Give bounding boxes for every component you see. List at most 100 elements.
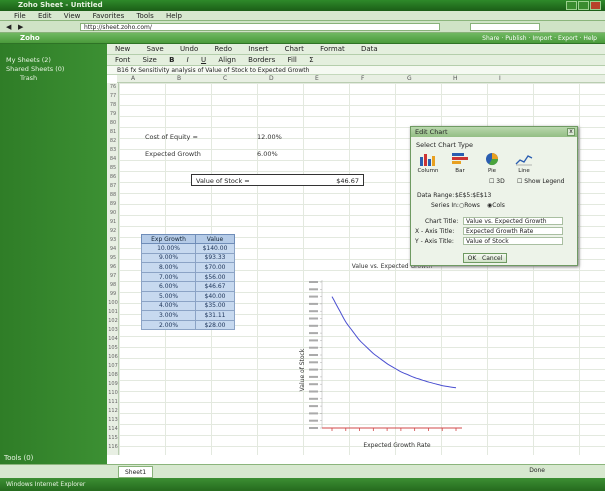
my-sheets-item[interactable]: My Sheets (2) <box>0 56 107 65</box>
table-cell[interactable]: $28.00 <box>195 319 235 331</box>
col-header[interactable]: F <box>361 75 364 83</box>
chart-button[interactable]: Chart <box>285 45 304 53</box>
col-header[interactable]: G <box>407 75 412 83</box>
menu-file[interactable]: File <box>14 12 26 20</box>
row-header[interactable]: 111 <box>108 399 118 405</box>
row-header[interactable]: 83 <box>108 147 118 153</box>
forward-icon[interactable]: ▶ <box>18 23 23 31</box>
row-header[interactable]: 88 <box>108 192 118 198</box>
maximize-button[interactable] <box>578 1 589 10</box>
format-button[interactable]: Format <box>320 45 345 53</box>
row-header[interactable]: 93 <box>108 237 118 243</box>
tools-item[interactable]: Tools (0) <box>4 454 33 462</box>
table-cell[interactable]: $46.67 <box>195 281 235 292</box>
row-header[interactable]: 80 <box>108 120 118 126</box>
table-cell[interactable]: $140.00 <box>195 243 235 254</box>
chart-type-bar[interactable]: Bar <box>449 152 471 174</box>
table-cell[interactable]: 8.00% <box>140 262 197 273</box>
x-axis-title-input[interactable]: Expected Growth Rate <box>463 227 563 235</box>
sum-button[interactable]: Σ <box>309 56 313 64</box>
align-button[interactable]: Align <box>218 56 236 64</box>
row-header[interactable]: 87 <box>108 183 118 189</box>
col-header[interactable]: A <box>131 75 135 83</box>
expected-growth-value[interactable]: 6.00% <box>257 150 278 158</box>
menu-tools[interactable]: Tools <box>136 12 153 20</box>
sensitivity-table[interactable]: Exp Growth Value 10.00% $140.00 9.00% $93.… <box>140 234 235 331</box>
undo-button[interactable]: Undo <box>180 45 198 53</box>
row-header[interactable]: 94 <box>108 246 118 252</box>
menu-help[interactable]: Help <box>166 12 182 20</box>
table-cell[interactable]: $56.00 <box>195 271 235 283</box>
row-header[interactable]: 108 <box>108 372 118 378</box>
cost-of-equity-value[interactable]: 12.00% <box>257 133 282 141</box>
3d-checkbox[interactable]: ☐ 3D <box>489 178 505 185</box>
url-field[interactable]: http://sheet.zoho.com/ <box>80 23 440 31</box>
data-range-value[interactable]: $E$5:$E$13 <box>455 192 491 199</box>
back-icon[interactable]: ◀ <box>6 23 11 31</box>
row-header[interactable]: 115 <box>108 435 118 441</box>
row-header[interactable]: 103 <box>108 327 118 333</box>
row-header[interactable]: 91 <box>108 219 118 225</box>
row-header[interactable]: 114 <box>108 426 118 432</box>
row-header[interactable]: 85 <box>108 165 118 171</box>
close-window-button[interactable] <box>590 1 601 10</box>
value-of-stock-box[interactable]: Value of Stock = $46.67 <box>191 174 364 186</box>
row-header[interactable]: 101 <box>108 309 118 315</box>
chart-type-column[interactable]: Column <box>417 152 439 174</box>
row-header[interactable]: 96 <box>108 264 118 270</box>
col-header[interactable]: D <box>269 75 274 83</box>
row-header[interactable]: 109 <box>108 381 118 387</box>
row-header[interactable]: 84 <box>108 156 118 162</box>
table-cell[interactable]: $93.33 <box>195 252 235 264</box>
row-header[interactable]: 76 <box>108 84 118 90</box>
row-header[interactable]: 113 <box>108 417 118 423</box>
row-header[interactable]: 106 <box>108 354 118 360</box>
row-header[interactable]: 107 <box>108 363 118 369</box>
table-cell[interactable]: 5.00% <box>140 290 197 302</box>
table-cell[interactable]: $70.00 <box>195 262 235 273</box>
underline-button[interactable]: U <box>201 56 206 64</box>
row-header[interactable]: 116 <box>108 444 118 450</box>
fill-button[interactable]: Fill <box>288 56 297 64</box>
col-header[interactable]: I <box>499 75 501 83</box>
row-header[interactable]: 97 <box>108 273 118 279</box>
minimize-button[interactable] <box>566 1 577 10</box>
data-button[interactable]: Data <box>361 45 378 53</box>
insert-button[interactable]: Insert <box>248 45 268 53</box>
table-cell[interactable]: 2.00% <box>140 319 197 331</box>
menu-favorites[interactable]: Favorites <box>93 12 125 20</box>
row-header[interactable]: 90 <box>108 210 118 216</box>
row-header[interactable]: 112 <box>108 408 118 414</box>
formula-bar[interactable]: B16 fx Sensitivity analysis of Value of … <box>107 66 605 75</box>
row-header[interactable]: 82 <box>108 138 118 144</box>
series-rows-radio[interactable]: ○Rows <box>459 202 480 209</box>
table-cell[interactable]: $40.00 <box>195 290 235 302</box>
redo-button[interactable]: Redo <box>214 45 232 53</box>
col-header[interactable]: C <box>223 75 227 83</box>
shared-sheets-item[interactable]: Shared Sheets (0) <box>0 65 107 74</box>
row-header[interactable]: 77 <box>108 93 118 99</box>
font-select[interactable]: Font <box>115 56 130 64</box>
series-cols-radio[interactable]: ◉Cols <box>487 202 505 209</box>
chart-title-input[interactable]: Value vs. Expected Growth <box>463 217 563 225</box>
new-button[interactable]: New <box>115 45 130 53</box>
sheet-tab[interactable]: Sheet1 <box>118 466 154 478</box>
table-cell[interactable]: 9.00% <box>140 252 197 264</box>
row-header[interactable]: 92 <box>108 228 118 234</box>
trash-item[interactable]: Trash <box>0 74 107 83</box>
y-axis-title-input[interactable]: Value of Stock <box>463 237 563 245</box>
table-cell[interactable]: $31.11 <box>195 310 235 321</box>
row-header[interactable]: 102 <box>108 318 118 324</box>
row-header[interactable]: 105 <box>108 345 118 351</box>
row-header[interactable]: 110 <box>108 390 118 396</box>
table-cell[interactable]: $35.00 <box>195 300 235 312</box>
col-header[interactable]: H <box>453 75 458 83</box>
col-header[interactable]: E <box>315 75 319 83</box>
dialog-close-button[interactable]: x <box>567 128 575 136</box>
col-header[interactable]: B <box>177 75 181 83</box>
app-links[interactable]: Share · Publish · Import · Export · Help <box>482 34 597 43</box>
table-cell[interactable]: 6.00% <box>140 281 197 292</box>
menu-edit[interactable]: Edit <box>38 12 52 20</box>
size-select[interactable]: Size <box>142 56 156 64</box>
row-header[interactable]: 81 <box>108 129 118 135</box>
